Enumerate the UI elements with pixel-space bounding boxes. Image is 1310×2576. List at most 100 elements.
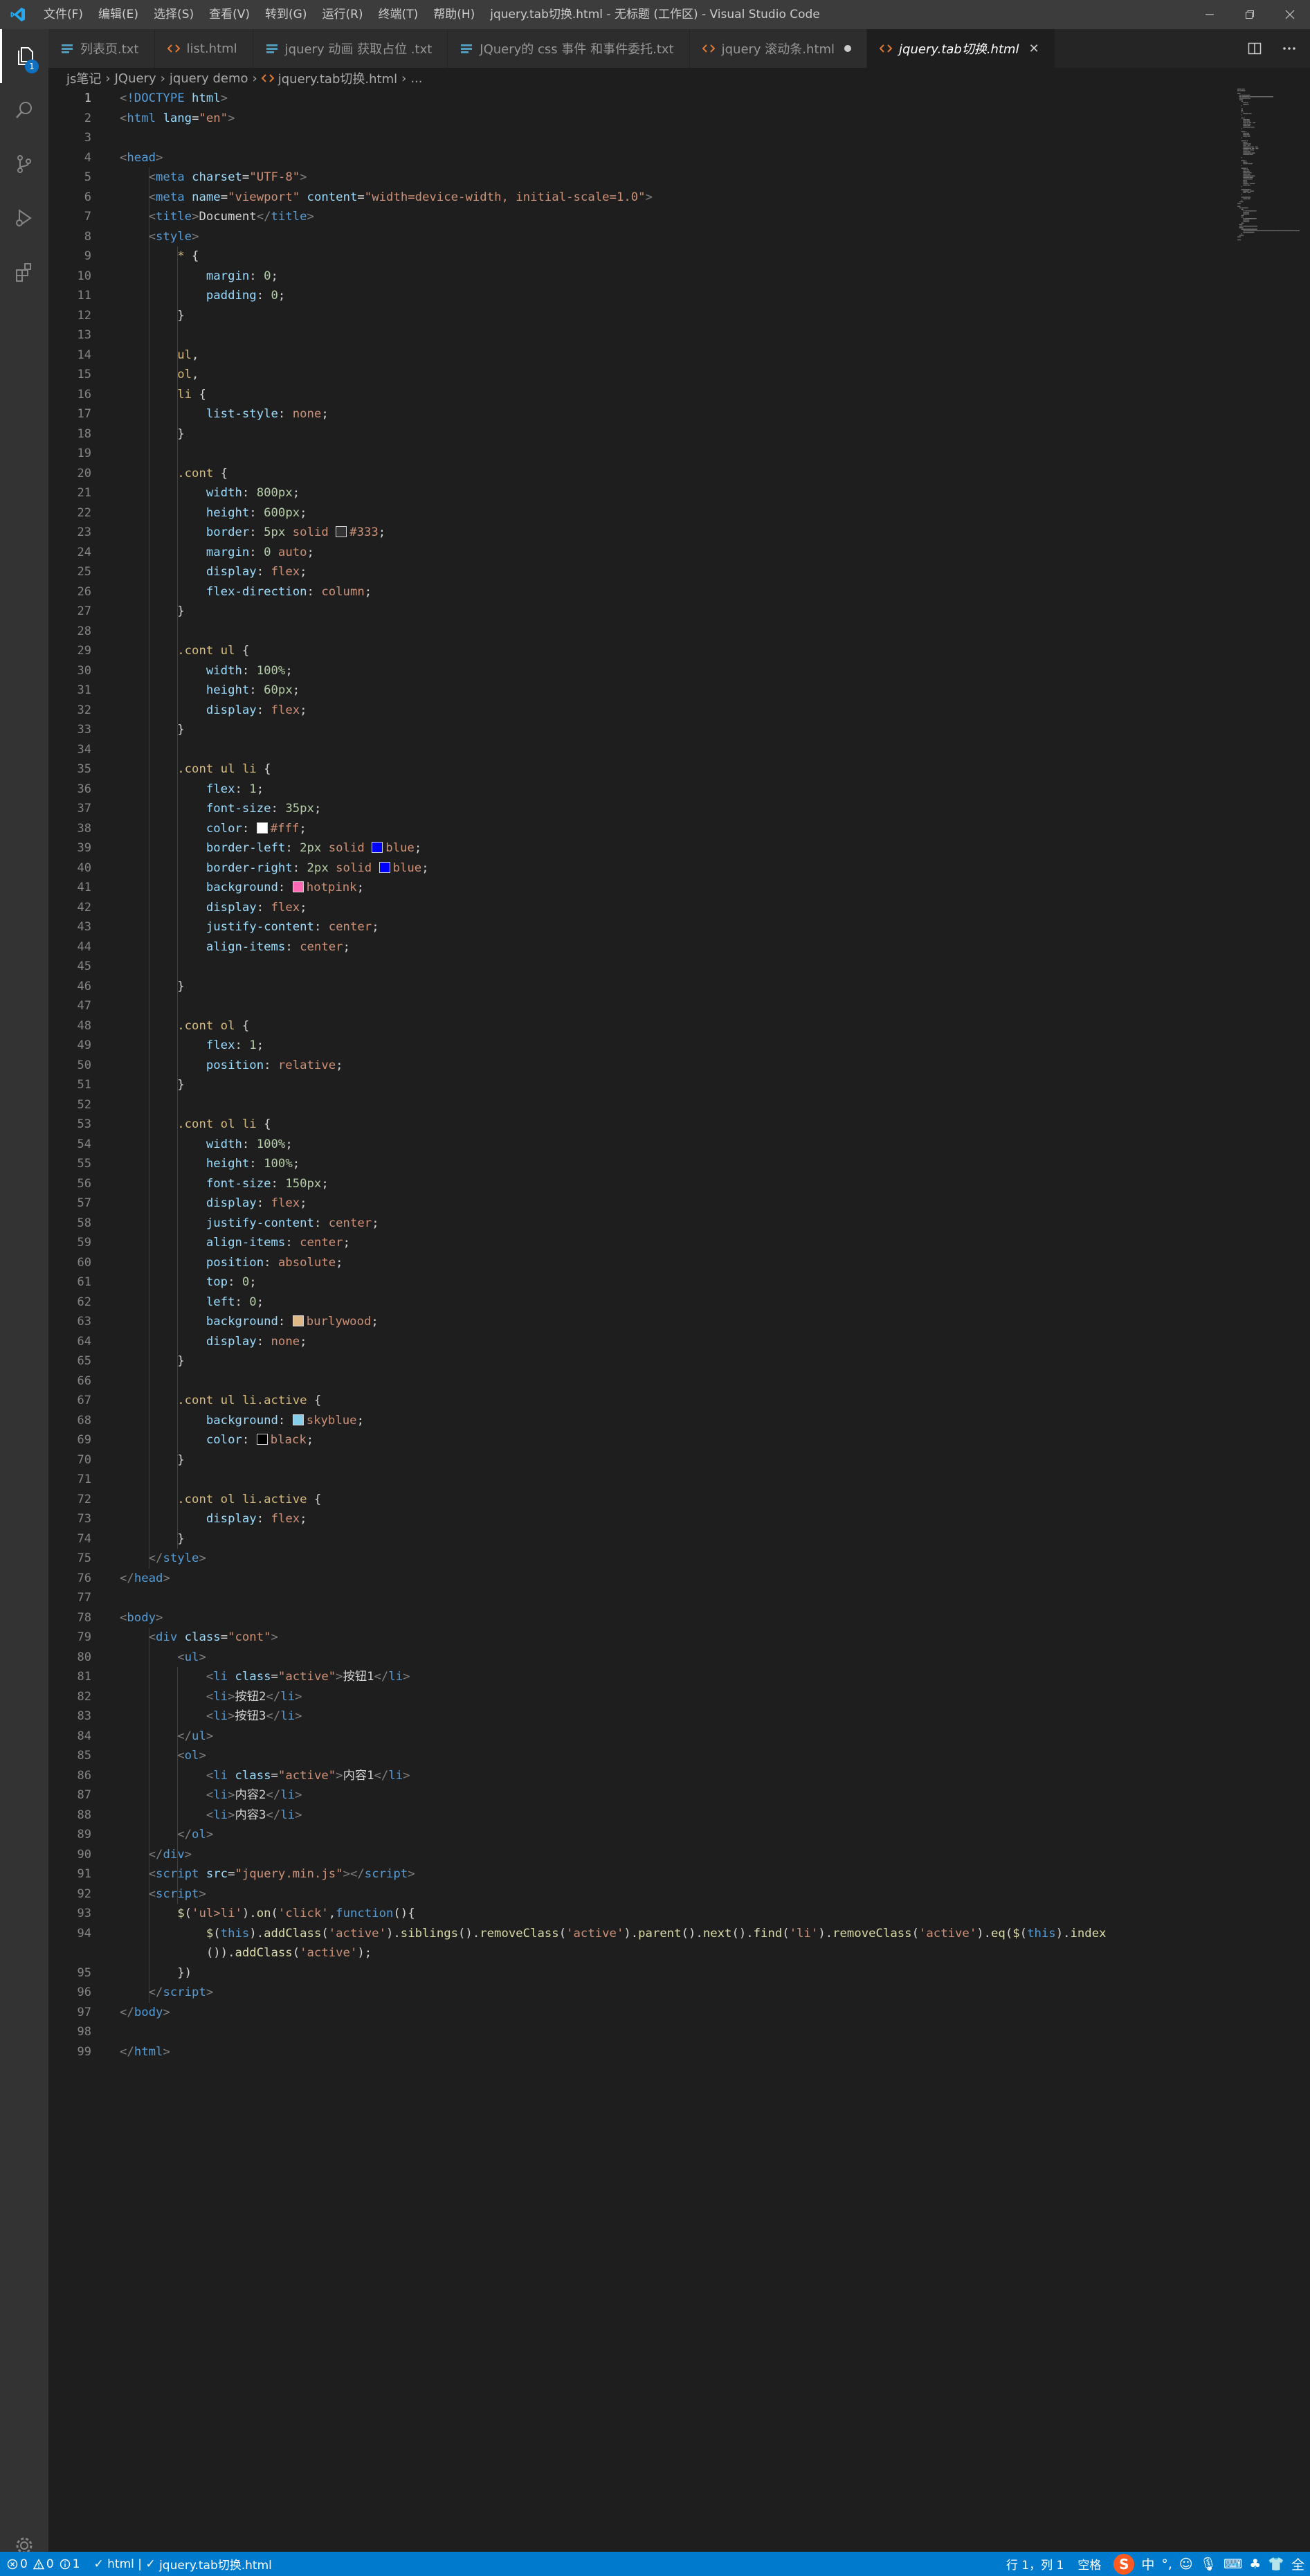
menu-item[interactable]: 转到(G) xyxy=(257,0,314,29)
punctuation-icon[interactable]: °, xyxy=(1161,2557,1172,2572)
line-number: 52 xyxy=(77,1097,91,1112)
breadcrumb-item[interactable]: js笔记 xyxy=(66,69,101,87)
search-button[interactable] xyxy=(0,83,48,137)
extensions-button[interactable] xyxy=(0,245,48,299)
color-swatch[interactable] xyxy=(292,1315,304,1326)
problems-indicator[interactable]: 0 0 1 xyxy=(0,2557,87,2571)
menu-item[interactable]: 运行(R) xyxy=(314,0,370,29)
code-line: $(this).addClass('active').siblings().re… xyxy=(120,1924,1227,1944)
restore-button[interactable] xyxy=(1230,0,1270,29)
code-line: flex: 1; xyxy=(120,1036,1227,1056)
minimap-line xyxy=(1243,134,1246,136)
source-control-button[interactable] xyxy=(0,137,48,191)
ime-toolbar[interactable]: S 中 °, ☺ 🎙 ⌨ ♣ 👕 全 xyxy=(1108,2552,1310,2576)
code-token: div xyxy=(156,1630,178,1644)
line-number: 21 xyxy=(77,486,91,500)
menu-item[interactable]: 查看(V) xyxy=(201,0,257,29)
breadcrumb-item[interactable]: ... xyxy=(410,71,422,86)
indentation-status[interactable]: 空格 xyxy=(1071,2555,1108,2573)
breadcrumb-item[interactable]: JQuery xyxy=(115,71,156,86)
minimap-line xyxy=(1246,122,1247,123)
code-token: head xyxy=(127,150,156,165)
menu-item[interactable]: 终端(T) xyxy=(371,0,426,29)
indent-guide xyxy=(177,246,179,1549)
menu-item[interactable]: 文件(F) xyxy=(36,0,91,29)
code-token: $ xyxy=(1012,1926,1020,1940)
code-token: ol xyxy=(192,1828,206,1841)
breadcrumb-item[interactable]: jquery.tab切换.html xyxy=(278,69,397,87)
editor-tab[interactable]: jquery 动画 获取占位 .txt xyxy=(253,29,448,68)
shirt-icon[interactable]: 👕 xyxy=(1268,2556,1284,2572)
code-token: } xyxy=(120,1078,185,1092)
skin-icon[interactable]: ♣ xyxy=(1249,2557,1261,2572)
code-token: 600px xyxy=(264,505,300,520)
ime-language[interactable]: 中 xyxy=(1141,2555,1154,2573)
code-token: ( xyxy=(271,1907,278,1920)
menu-item[interactable]: 选择(S) xyxy=(146,0,201,29)
color-swatch[interactable] xyxy=(292,881,304,892)
color-swatch[interactable] xyxy=(292,1414,304,1425)
code-editor[interactable]: <!DOCTYPE html> <html lang="en"> <head> <m… xyxy=(120,89,1227,2062)
editor-scrollbar[interactable] xyxy=(1300,89,1310,2552)
line-number: 50 xyxy=(77,1058,91,1072)
split-editor-icon[interactable] xyxy=(1248,42,1262,55)
line-number: 51 xyxy=(77,1078,91,1092)
code-token: ; xyxy=(285,663,293,678)
minimap[interactable] xyxy=(1237,89,1300,241)
code-token: } xyxy=(120,979,185,993)
minimap-line xyxy=(1247,184,1250,186)
code-token: li xyxy=(280,1689,295,1704)
color-swatch[interactable] xyxy=(379,861,390,873)
code-token: 2px xyxy=(300,841,322,855)
fullscreen-icon[interactable]: 全 xyxy=(1291,2555,1304,2573)
minimap-line xyxy=(1244,90,1246,91)
editor-tab[interactable]: 列表页.txt xyxy=(48,29,155,68)
unsaved-dot-icon[interactable] xyxy=(844,45,852,52)
line-number: 26 xyxy=(77,584,91,599)
color-swatch[interactable] xyxy=(336,526,347,537)
color-swatch[interactable] xyxy=(256,1434,268,1445)
cursor-position[interactable]: 行 1，列 1 xyxy=(999,2555,1071,2573)
language-status[interactable]: ✓ html | ✓ jquery.tab切换.html xyxy=(87,2555,278,2573)
minimap-line xyxy=(1243,184,1247,186)
code-line: <div class="cont"> xyxy=(120,1628,1227,1648)
code-line: height: 100%; xyxy=(120,1154,1227,1174)
line-number: 69 xyxy=(77,1433,91,1447)
code-token: > xyxy=(307,210,314,224)
editor-tab[interactable]: list.html xyxy=(154,29,253,68)
editor-tab[interactable]: jquery 滚动条.html xyxy=(689,29,868,68)
editor-tab[interactable]: jquery.tab切换.html ✕ xyxy=(867,29,1055,68)
close-tab-icon[interactable]: ✕ xyxy=(1029,42,1039,56)
code-line: position: relative; xyxy=(120,1056,1227,1076)
color-swatch[interactable] xyxy=(256,822,268,834)
line-number: 78 xyxy=(77,1610,91,1625)
line-number: 92 xyxy=(77,1886,91,1901)
code-token: ; xyxy=(300,1196,307,1210)
color-swatch[interactable] xyxy=(372,842,383,853)
code-token: = xyxy=(242,170,250,184)
explorer-button[interactable]: 1 xyxy=(0,29,48,83)
minimize-button[interactable] xyxy=(1190,0,1230,29)
close-window-button[interactable] xyxy=(1270,0,1310,29)
code-token: : xyxy=(256,565,271,579)
menu-item[interactable]: 编辑(E) xyxy=(91,0,146,29)
run-debug-button[interactable] xyxy=(0,191,48,245)
more-actions-icon[interactable] xyxy=(1282,42,1296,55)
editor-tab[interactable]: JQuery的 css 事件 和事件委托.txt xyxy=(448,29,690,68)
keyboard-icon[interactable]: ⌨ xyxy=(1223,2557,1242,2572)
menu-item[interactable]: 帮助(H) xyxy=(426,0,482,29)
minimap-line xyxy=(1246,151,1248,152)
code-token: : xyxy=(264,1058,278,1072)
code-token: { xyxy=(256,762,271,776)
microphone-icon[interactable]: 🎙 xyxy=(1200,2556,1217,2572)
code-line: <ol> xyxy=(120,1746,1227,1766)
emoji-icon[interactable]: ☺ xyxy=(1179,2557,1193,2572)
code-line: display: none; xyxy=(120,1332,1227,1352)
code-token: (). xyxy=(731,1926,754,1940)
breadcrumb-item[interactable]: jquery demo xyxy=(170,71,248,86)
line-number: 4 xyxy=(84,150,91,165)
